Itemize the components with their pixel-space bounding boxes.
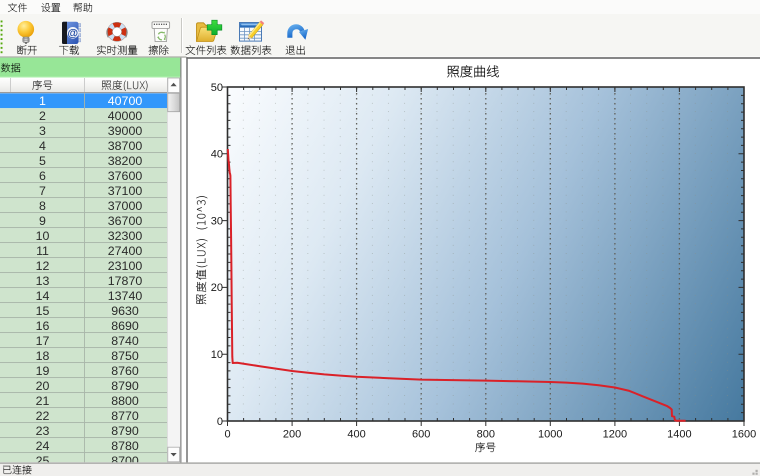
svg-text:11: 11 xyxy=(36,244,49,258)
svg-text:30: 30 xyxy=(211,215,223,227)
svg-text:20: 20 xyxy=(211,282,223,294)
svg-text:3: 3 xyxy=(39,124,46,138)
svg-text:19: 19 xyxy=(36,364,50,378)
svg-text:8760: 8760 xyxy=(111,364,139,378)
svg-text:37000: 37000 xyxy=(108,199,143,213)
svg-text:9630: 9630 xyxy=(111,304,139,318)
svg-text:14: 14 xyxy=(36,289,50,303)
svg-text:200: 200 xyxy=(283,429,301,441)
svg-text:8770: 8770 xyxy=(111,409,139,423)
svg-text:38700: 38700 xyxy=(108,139,143,153)
svg-text:37100: 37100 xyxy=(108,184,143,198)
svg-text:1600: 1600 xyxy=(732,429,756,441)
svg-text:13: 13 xyxy=(36,274,50,288)
svg-text:6: 6 xyxy=(39,169,46,183)
svg-text:21: 21 xyxy=(36,394,50,408)
svg-text:37600: 37600 xyxy=(108,169,143,183)
svg-text:36700: 36700 xyxy=(108,214,143,228)
svg-text:16: 16 xyxy=(36,319,50,333)
svg-text:1: 1 xyxy=(39,94,46,108)
svg-text:32300: 32300 xyxy=(108,229,143,243)
svg-text:4: 4 xyxy=(39,139,46,153)
svg-text:8740: 8740 xyxy=(111,334,139,348)
svg-text:40000: 40000 xyxy=(108,109,143,123)
svg-text:13740: 13740 xyxy=(108,289,143,303)
svg-text:8750: 8750 xyxy=(111,349,139,363)
svg-text:10: 10 xyxy=(36,229,50,243)
svg-text:22: 22 xyxy=(36,409,50,423)
svg-text:8780: 8780 xyxy=(111,439,139,453)
svg-text:0: 0 xyxy=(217,416,223,428)
svg-text:50: 50 xyxy=(211,82,223,94)
svg-text:2: 2 xyxy=(39,109,46,123)
svg-text:400: 400 xyxy=(347,429,365,441)
svg-text:17870: 17870 xyxy=(108,274,143,288)
svg-text:5: 5 xyxy=(39,154,46,168)
svg-text:27400: 27400 xyxy=(108,244,143,258)
svg-text:8800: 8800 xyxy=(111,394,139,408)
svg-text:1200: 1200 xyxy=(603,429,627,441)
svg-text:10: 10 xyxy=(211,349,223,361)
svg-text:38200: 38200 xyxy=(108,154,143,168)
svg-text:17: 17 xyxy=(36,334,50,348)
svg-text:39000: 39000 xyxy=(108,124,143,138)
svg-text:800: 800 xyxy=(477,429,495,441)
svg-text:24: 24 xyxy=(36,439,50,453)
svg-text:8: 8 xyxy=(39,199,46,213)
svg-text:18: 18 xyxy=(36,349,50,363)
svg-text:12: 12 xyxy=(36,259,50,273)
svg-text:8690: 8690 xyxy=(111,319,139,333)
svg-text:7: 7 xyxy=(39,184,46,198)
svg-text:8790: 8790 xyxy=(111,379,139,393)
svg-text:15: 15 xyxy=(36,304,50,318)
svg-text:23: 23 xyxy=(36,424,50,438)
svg-text:40700: 40700 xyxy=(108,94,143,108)
svg-text:40: 40 xyxy=(211,149,223,161)
svg-text:20: 20 xyxy=(36,379,50,393)
svg-text:1400: 1400 xyxy=(667,429,691,441)
svg-text:1000: 1000 xyxy=(538,429,562,441)
svg-text:23100: 23100 xyxy=(108,259,143,273)
svg-text:9: 9 xyxy=(39,214,46,228)
svg-text:600: 600 xyxy=(412,429,430,441)
svg-text:@: @ xyxy=(67,28,78,40)
svg-text:8790: 8790 xyxy=(111,424,139,438)
svg-text:0: 0 xyxy=(224,429,230,441)
